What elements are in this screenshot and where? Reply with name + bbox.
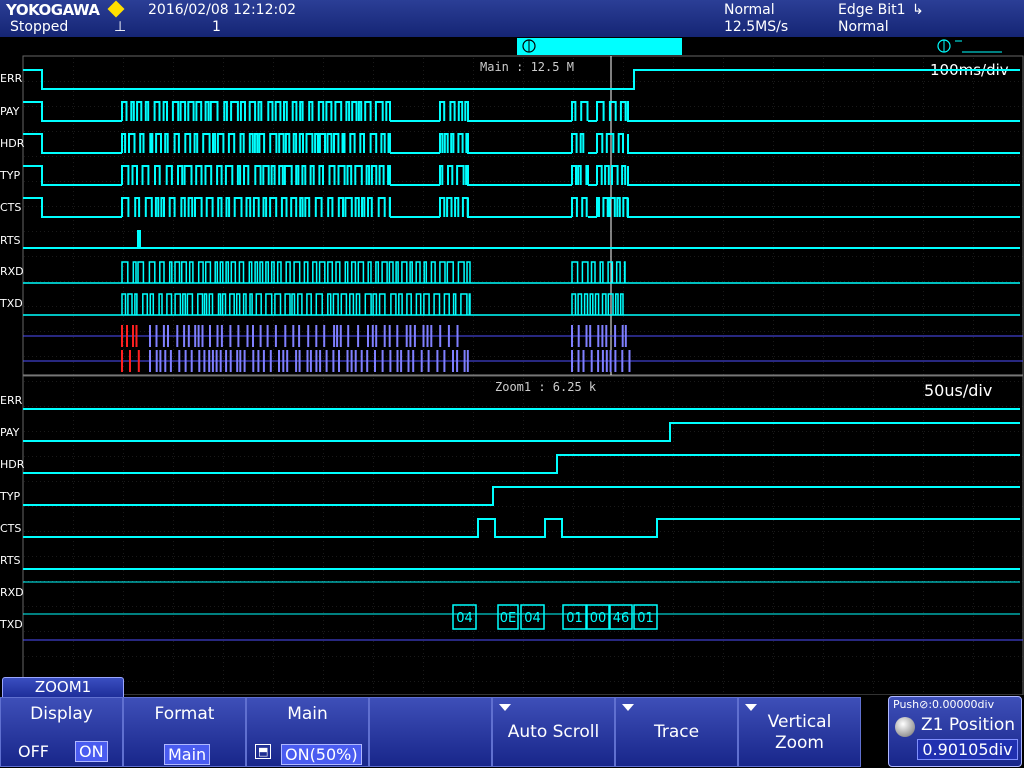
decode-byte-label: 01 (637, 611, 654, 626)
channel-label-rxd: RXD (0, 265, 24, 278)
main-value: ON(50%) (281, 744, 362, 765)
waveform-display[interactable]: Main : 12.5 M 100ms/div Zoom1 : 6.25 k 5… (0, 37, 1024, 695)
acquisition-count: 1 (212, 19, 221, 35)
zoom-channel-label-pay: PAY (0, 426, 20, 439)
zoom-channel-label-err: ERR (0, 394, 23, 407)
acquisition-state: Stopped (10, 19, 69, 35)
submenu-arrow-icon (745, 704, 757, 711)
trigger-mode: Normal (838, 19, 889, 35)
push-reset-hint: Push⊘:0.00000div (893, 698, 995, 711)
submenu-arrow-icon (499, 704, 511, 711)
decode-byte-label: 46 (613, 611, 630, 626)
status-bar: YOKOGAWA Stopped ⊥ 2016/02/08 12:12:02 1… (0, 0, 1024, 37)
zoom-channel-label-typ: TYP (0, 490, 20, 503)
channel-label-cts: CTS (0, 201, 21, 214)
channel-label-rts: RTS (0, 234, 21, 247)
decode-byte-label: 0E (500, 611, 517, 626)
trigger-marker-icon: ⊥ (114, 19, 127, 35)
main-window-label: Main : 12.5 M (480, 60, 574, 74)
channel-label-hdr: HDR (0, 137, 25, 150)
auto-scroll-label: Auto Scroll (507, 722, 600, 742)
display-off-option[interactable]: OFF (15, 742, 52, 761)
format-value: Main (164, 744, 211, 765)
date-time: 2016/02/08 12:12:02 (148, 2, 297, 18)
zoom-channel-label-txd: TXD (0, 618, 23, 631)
channel-label-txd: TXD (0, 297, 23, 310)
z1-position-value[interactable]: 0.90105div (917, 739, 1018, 760)
display-label: Display (30, 704, 93, 724)
decode-byte-label: 01 (566, 611, 583, 626)
main-ratio-icon: ⬒ (255, 744, 272, 759)
channel-label-typ: TYP (0, 169, 20, 182)
format-label: Format (154, 704, 215, 724)
zoom-channel-label-hdr: HDR (0, 458, 25, 471)
auto-scroll-softkey[interactable]: Auto Scroll (492, 697, 615, 767)
acquisition-mode: Normal (724, 2, 775, 18)
trigger-type: Edge Bit1 (838, 2, 906, 18)
sample-rate: 12.5MS/s (724, 19, 789, 35)
decode-byte-label: 04 (456, 611, 473, 626)
display-on-option[interactable]: ON (75, 741, 108, 762)
trace-softkey[interactable]: Trace (615, 697, 738, 767)
vertical-zoom-label: Vertical (767, 712, 832, 732)
decode-byte-label: 00 (590, 611, 607, 626)
brand-logo: YOKOGAWA (6, 1, 100, 19)
trace-label: Trace (653, 722, 700, 742)
menu-tab-zoom1[interactable]: ZOOM1 (2, 677, 124, 697)
vertical-zoom-softkey[interactable]: Vertical Zoom (738, 697, 861, 767)
zoom-channel-label-rts: RTS (0, 554, 21, 567)
zoom-range-bar[interactable] (517, 38, 682, 55)
zoom-timebase: 50us/div (924, 381, 992, 400)
z1-position-label: Z1 Position (921, 715, 1016, 735)
main-softkey[interactable]: Main ⬒ ON(50%) (246, 697, 369, 767)
falling-edge-icon: ↳ (912, 2, 924, 18)
rotary-knob-icon[interactable] (895, 717, 915, 737)
zoom-channel-label-rxd: RXD (0, 586, 24, 599)
z1-position-control[interactable]: Push⊘:0.00000div Z1 Position 0.90105div (888, 696, 1022, 767)
vertical-zoom-label-2: Zoom (774, 733, 824, 753)
format-softkey[interactable]: Format Main (123, 697, 246, 767)
main-label: Main (287, 704, 328, 724)
submenu-arrow-icon (622, 704, 634, 711)
zoom-channel-label-cts: CTS (0, 522, 21, 535)
zoom-window-label: Zoom1 : 6.25 k (495, 380, 597, 394)
channel-label-pay: PAY (0, 105, 20, 118)
trigger-diamond-icon (107, 0, 125, 18)
blank-softkey (369, 697, 492, 767)
display-softkey[interactable]: Display OFF ON (0, 697, 123, 767)
decode-byte-label: 04 (524, 611, 541, 626)
channel-label-err: ERR (0, 72, 23, 85)
